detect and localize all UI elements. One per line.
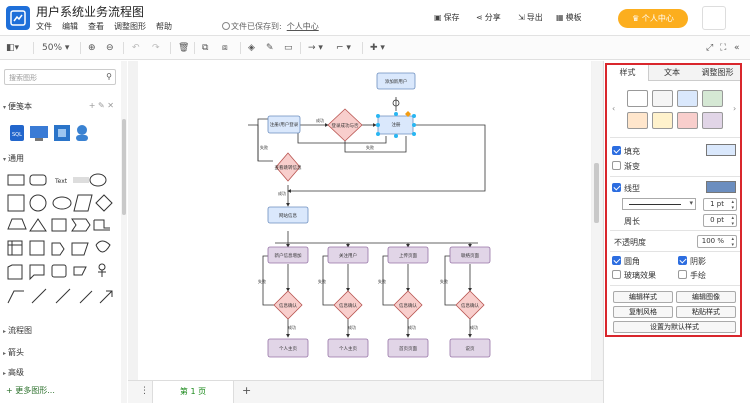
arrows-header[interactable]: ▸ 箭头	[0, 347, 120, 358]
crown-icon: ♛	[632, 14, 642, 23]
user-center-button[interactable]: ♛ 个人中心	[618, 9, 688, 28]
svg-text:失败: 失败	[366, 144, 374, 150]
save-status-text: 文件已保存到:	[231, 22, 282, 31]
svg-text:成功: 成功	[316, 117, 324, 123]
page-menu-icon[interactable]: ⋮	[140, 386, 149, 396]
to-back-icon[interactable]: ⧈	[222, 41, 228, 55]
svg-text:说页: 说页	[466, 345, 475, 352]
zoom-out-icon[interactable]: ⊖	[106, 41, 114, 55]
shape-search-input[interactable]: 搜索图形 ⚲	[4, 69, 116, 85]
save-button[interactable]: ▣ 保存	[434, 12, 460, 23]
svg-text:信息确认: 信息确认	[399, 302, 417, 309]
svg-text:失败: 失败	[318, 278, 326, 284]
menu-file[interactable]: 文件	[36, 21, 52, 32]
waypoints-icon[interactable]: ⌐ ▾	[336, 41, 351, 55]
fill-color-icon[interactable]: ◈	[248, 41, 255, 55]
line-color-icon[interactable]: ✎	[266, 41, 274, 55]
document-title[interactable]: 用户系统业务流程图	[36, 3, 144, 20]
scratchpad-header[interactable]: ▾ 便笺本 + ✎ ✕	[0, 101, 120, 112]
svg-text:信息确认: 信息确认	[339, 302, 357, 309]
svg-text:首页页面: 首页页面	[399, 345, 417, 352]
template-button[interactable]: ▦ 模板	[556, 12, 582, 23]
svg-text:失败: 失败	[378, 278, 386, 284]
scratchpad-tools-icon[interactable]: + ✎ ✕	[89, 101, 114, 110]
login-node-label: 注册/用户登录	[270, 121, 299, 128]
diagram-page: 添加新用户 注册/用户登录 登录成功与否 注册 查看跳转信息 网站信息 新户信息…	[138, 61, 591, 380]
zoom-select[interactable]: 50% ▾	[42, 41, 69, 55]
svg-text:信息确认: 信息确认	[461, 302, 479, 309]
add-page-button[interactable]: +	[242, 384, 251, 397]
save-icon: ▣	[434, 13, 442, 22]
svg-text:失败: 失败	[260, 144, 268, 150]
search-icon: ⚲	[106, 72, 112, 81]
avatar[interactable]	[702, 6, 726, 30]
menu-help[interactable]: 帮助	[156, 21, 172, 32]
connection-style-icon[interactable]: → ▾	[308, 41, 323, 55]
sidebar-scroll-thumb[interactable]	[122, 119, 126, 215]
undo-icon[interactable]: ↶	[132, 41, 140, 55]
svg-text:成功: 成功	[470, 324, 478, 330]
svg-text:联络页面: 联络页面	[461, 252, 479, 259]
svg-text:失败: 失败	[440, 278, 448, 284]
share-icon: ⋖	[476, 13, 483, 22]
advanced-header[interactable]: ▸ 高级	[0, 367, 120, 378]
sidebar-toggle-icon[interactable]: ◧▾	[6, 41, 19, 55]
admin-node-label: 注册	[392, 121, 401, 128]
svg-text:失败: 失败	[258, 278, 266, 284]
svg-text:信息确认: 信息确认	[279, 302, 297, 309]
start-node-label: 添加新用户	[385, 78, 408, 85]
export-button[interactable]: ⇲ 导出	[518, 12, 543, 23]
shape-sidebar: 搜索图形 ⚲ ▾ 便笺本 + ✎ ✕ SQL ▾ 通用 Text ▸ 流程图 ▸…	[0, 61, 127, 403]
export-icon: ⇲	[518, 13, 525, 22]
fullscreen-icon[interactable]: ⛶	[720, 41, 726, 55]
top-bar: 用户系统业务流程图 文件 编辑 查看 调整图形 帮助 文件已保存到: 个人中心 ▣…	[0, 0, 750, 36]
save-location-link[interactable]: 个人中心	[287, 22, 319, 31]
menu-arrange[interactable]: 调整图形	[114, 21, 146, 32]
scratchpad-items[interactable]: SQL	[8, 121, 98, 143]
page-tab-1[interactable]: 第 1 页	[152, 381, 234, 403]
svg-text:个人主页: 个人主页	[339, 345, 357, 352]
highlight-box	[605, 63, 742, 337]
svg-text:成功: 成功	[408, 324, 416, 330]
svg-text:上传页面: 上传页面	[399, 252, 417, 259]
menu-view[interactable]: 查看	[88, 21, 104, 32]
canvas-scroll-thumb[interactable]	[594, 163, 599, 223]
general-shapes-grid[interactable]: Text	[4, 171, 119, 311]
diagram-canvas[interactable]: 添加新用户 注册/用户登录 登录成功与否 注册 查看跳转信息 网站信息 新户信息…	[128, 61, 603, 380]
template-icon: ▦	[556, 13, 564, 22]
insert-icon[interactable]: ✚ ▾	[370, 41, 385, 55]
svg-text:成功: 成功	[288, 324, 296, 330]
svg-text:新户信息增加: 新户信息增加	[275, 252, 302, 259]
share-button[interactable]: ⋖ 分享	[476, 12, 501, 23]
to-front-icon[interactable]: ⧉	[202, 41, 208, 55]
shadow-icon[interactable]: ▭	[284, 41, 293, 55]
general-header[interactable]: ▾ 通用	[0, 153, 120, 164]
menu-bar: 文件 编辑 查看 调整图形 帮助	[36, 21, 172, 32]
menu-edit[interactable]: 编辑	[62, 21, 78, 32]
svg-text:SQL: SQL	[12, 132, 22, 138]
check-decision-label: 登录成功与否	[332, 122, 359, 129]
mgmt-node-label: 网站信息	[279, 212, 297, 219]
toolbar: ◧▾ 50% ▾ ⊕ ⊖ ↶ ↷ 🗑 ⧉ ⧈ ◈ ✎ ▭ → ▾ ⌐ ▾ ✚ ▾…	[0, 36, 750, 60]
fail-decision-label: 查看跳转信息	[275, 164, 302, 171]
redo-icon[interactable]: ↷	[152, 41, 160, 55]
flowchart-diagram[interactable]: 添加新用户 注册/用户登录 登录成功与否 注册 查看跳转信息 网站信息 新户信息…	[138, 61, 591, 380]
app-logo	[6, 6, 30, 30]
flowchart-header[interactable]: ▸ 流程图	[0, 325, 120, 336]
more-shapes-button[interactable]: + 更多图形...	[6, 385, 55, 396]
delete-icon[interactable]: 🗑	[178, 41, 189, 55]
save-status: 文件已保存到: 个人中心	[222, 21, 319, 32]
sidebar-scrollbar[interactable]	[121, 61, 127, 403]
text-shape-label: Text	[54, 178, 68, 185]
svg-text:成功: 成功	[278, 190, 286, 196]
saved-check-icon	[222, 22, 230, 30]
svg-text:关注用户: 关注用户	[339, 252, 357, 259]
zoom-in-icon[interactable]: ⊕	[88, 41, 96, 55]
collapse-panel-icon[interactable]: «	[734, 41, 740, 55]
svg-text:个人主页: 个人主页	[279, 345, 297, 352]
fit-icon[interactable]: ⤢	[706, 41, 713, 55]
svg-text:成功: 成功	[348, 324, 356, 330]
